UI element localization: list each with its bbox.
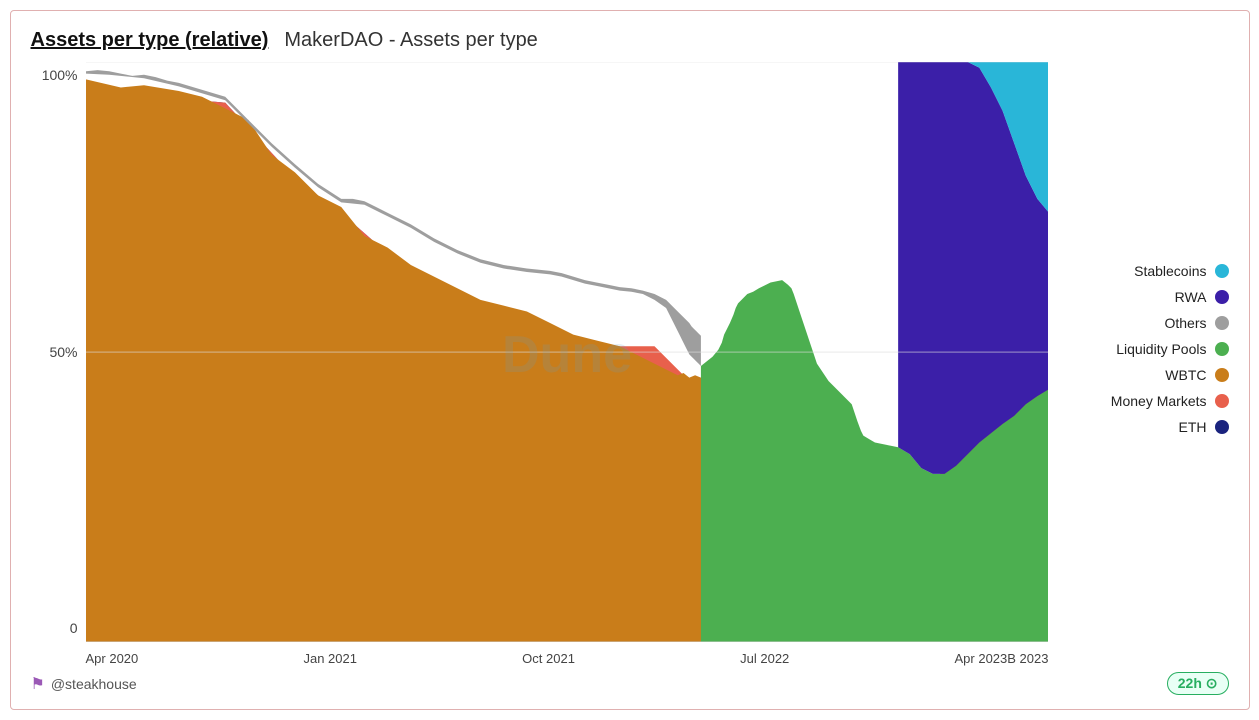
chart-svg [86,62,1049,642]
x-label-jul2022: Jul 2022 [740,651,789,666]
legend-dot-money-markets [1215,394,1229,408]
legend-label-money-markets: Money Markets [1111,393,1207,409]
time-badge: 22h ⊙ [1167,672,1229,695]
y-label-50: 50% [49,344,77,360]
legend-item-eth: ETH [1069,419,1229,435]
y-label-0: 0 [70,620,78,636]
attribution-text: @steakhouse [51,676,137,692]
x-label-jan2021: Jan 2021 [303,651,357,666]
chart-title-sub: MakerDAO - Assets per type [284,29,537,52]
legend-label-wbtc: WBTC [1165,367,1206,383]
legend-label-others: Others [1164,315,1206,331]
y-label-100: 100% [42,67,78,83]
chart-footer: ⚑ @steakhouse 22h ⊙ [31,672,1229,695]
attribution: ⚑ @steakhouse [31,674,137,694]
legend-item-rwa: RWA [1069,289,1229,305]
legend-item-money-markets: Money Markets [1069,393,1229,409]
x-label-apr2023: Apr 2023B 2023 [955,651,1049,666]
legend-dot-others [1215,316,1229,330]
chart-svg-container: Dune [86,62,1049,647]
legend-item-liquidity-pools: Liquidity Pools [1069,341,1229,357]
legend-item-wbtc: WBTC [1069,367,1229,383]
chart-column: Dune [86,62,1049,666]
legend-dot-rwa [1215,290,1229,304]
legend-label-rwa: RWA [1175,289,1207,305]
chart-container: Assets per type (relative) MakerDAO - As… [10,10,1250,710]
chart-and-legend: Dune [86,62,1229,666]
x-label-apr2020: Apr 2020 [86,651,139,666]
legend-item-others: Others [1069,315,1229,331]
chart-title-main: Assets per type (relative) [31,29,269,52]
x-axis: Apr 2020 Jan 2021 Oct 2021 Jul 2022 Apr … [86,647,1049,666]
legend-label-stablecoins: Stablecoins [1134,263,1206,279]
chart-body: 100% 50% 0 Dune [31,62,1229,666]
legend-dot-wbtc [1215,368,1229,382]
legend-dot-liquidity-pools [1215,342,1229,356]
chart-legend: Stablecoins RWA Others Liquidity Pools W… [1049,62,1229,666]
legend-label-liquidity-pools: Liquidity Pools [1116,341,1206,357]
legend-dot-stablecoins [1215,264,1229,278]
legend-item-stablecoins: Stablecoins [1069,263,1229,279]
legend-dot-eth [1215,420,1229,434]
y-axis: 100% 50% 0 [31,62,86,666]
check-icon: ⊙ [1206,675,1218,691]
legend-label-eth: ETH [1179,419,1207,435]
chart-header: Assets per type (relative) MakerDAO - As… [31,29,1229,52]
dune-logo-icon: ⚑ [31,674,45,694]
time-badge-text: 22h [1178,675,1202,691]
x-label-oct2021: Oct 2021 [522,651,575,666]
